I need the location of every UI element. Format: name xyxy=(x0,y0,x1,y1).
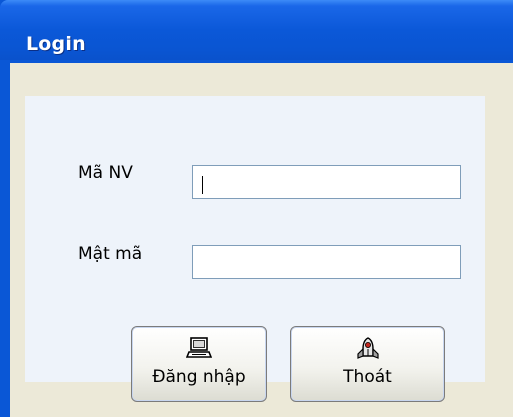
login-button[interactable]: Đăng nhập xyxy=(131,326,267,402)
password-label: Mật mã xyxy=(78,244,143,264)
text-caret xyxy=(202,176,203,194)
password-field[interactable] xyxy=(192,245,461,279)
computer-icon xyxy=(186,337,212,358)
exit-button[interactable]: Thoát xyxy=(290,326,445,402)
login-button-label: Đăng nhập xyxy=(152,367,246,387)
employee-id-label: Mã NV xyxy=(78,163,133,183)
login-panel: Mã NV Mật mã Đăng nhập Thoát xyxy=(25,96,485,402)
exit-button-label: Thoát xyxy=(343,367,392,387)
rocket-icon xyxy=(356,337,379,359)
window-client-area: Mã NV Mật mã Đăng nhập Thoát xyxy=(10,63,513,417)
window-title: Login xyxy=(26,33,86,55)
employee-id-field[interactable] xyxy=(192,165,461,199)
login-window: Login Mã NV Mật mã Đăng nhập Thoát xyxy=(0,0,513,417)
title-bar[interactable]: Login xyxy=(0,0,513,60)
